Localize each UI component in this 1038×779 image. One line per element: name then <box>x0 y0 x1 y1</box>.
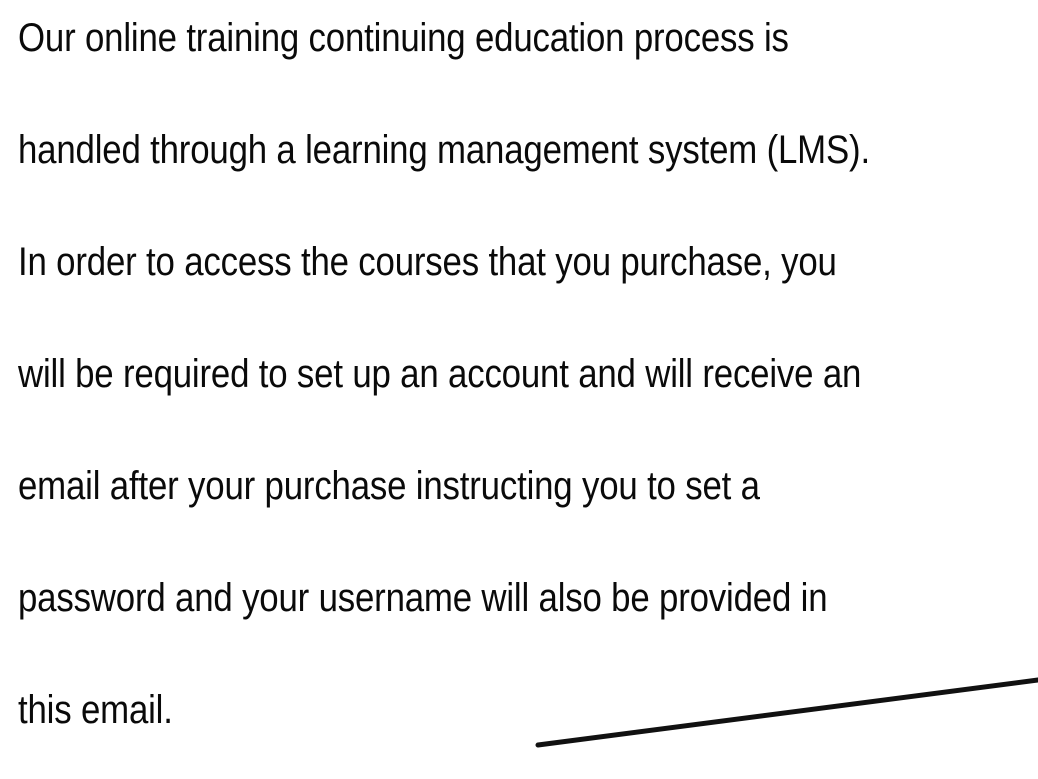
paragraph-line-7: this email. <box>18 688 173 732</box>
paragraph-line-5: email after your purchase instructing yo… <box>18 464 760 508</box>
paragraph-line-4: will be required to set up an account an… <box>18 352 862 396</box>
document-page: Our online training continuing education… <box>0 0 1038 779</box>
paragraph-line-1: Our online training continuing education… <box>18 16 789 60</box>
paragraph-line-6: password and your username will also be … <box>18 576 828 620</box>
paragraph-line-3: In order to access the courses that you … <box>18 240 837 284</box>
paragraph-line-2: handled through a learning management sy… <box>18 128 870 172</box>
